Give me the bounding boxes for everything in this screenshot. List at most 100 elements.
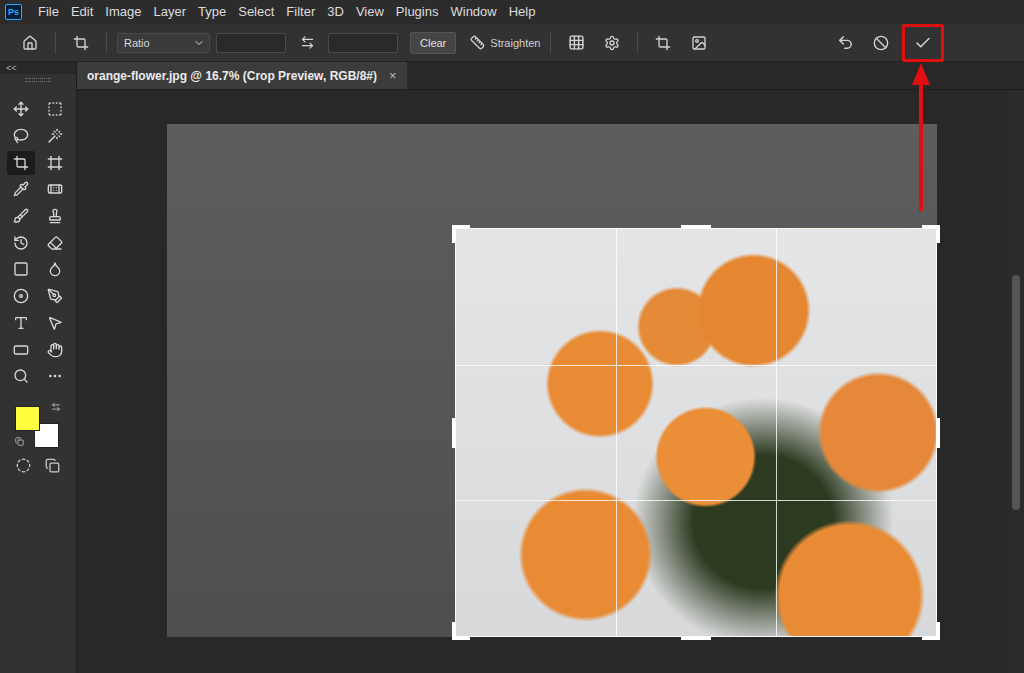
menu-item[interactable]: File — [32, 0, 65, 24]
swap-colors-button[interactable] — [51, 402, 61, 412]
crop-delete-icon — [655, 35, 671, 51]
default-colors-button[interactable] — [15, 437, 24, 446]
tool-button[interactable] — [7, 177, 35, 201]
eyedropper-icon — [13, 181, 29, 197]
tool-button[interactable] — [7, 204, 35, 228]
healing-icon — [47, 181, 63, 197]
tool-button[interactable] — [7, 124, 35, 148]
tool-button[interactable] — [7, 257, 35, 281]
tool-grid — [4, 96, 72, 390]
tool-button[interactable] — [41, 151, 69, 175]
tool-button[interactable] — [7, 311, 35, 335]
tool-button[interactable] — [41, 338, 69, 362]
rectangle-icon — [13, 342, 29, 358]
separator — [55, 32, 56, 54]
frame-icon — [47, 155, 63, 171]
corner-handle[interactable] — [922, 225, 940, 243]
content-aware-button[interactable] — [684, 29, 714, 57]
tool-button[interactable] — [7, 364, 35, 388]
edge-handle[interactable] — [452, 418, 456, 448]
panel-grip[interactable] — [25, 78, 51, 82]
tool-button[interactable] — [41, 204, 69, 228]
tool-button[interactable] — [7, 151, 35, 175]
document-tab[interactable]: orange-flower.jpg @ 16.7% (Crop Preview,… — [77, 62, 407, 89]
chevron-down-icon — [193, 37, 205, 49]
edge-handle[interactable] — [681, 225, 711, 229]
type-icon — [13, 315, 29, 331]
straighten-button[interactable]: Straighten — [470, 35, 540, 50]
pen-icon — [47, 288, 63, 304]
tool-button[interactable] — [7, 97, 35, 121]
marquee-icon — [47, 101, 63, 117]
tool-button[interactable] — [7, 231, 35, 255]
overlay-button[interactable] — [561, 29, 591, 57]
history-brush-icon — [13, 235, 29, 251]
tool-button[interactable] — [41, 364, 69, 388]
quick-mask-icon[interactable] — [16, 458, 31, 473]
reset-button[interactable] — [830, 29, 860, 57]
swap-icon — [300, 35, 315, 50]
app-logo: Ps — [5, 4, 22, 20]
menu-item[interactable]: Image — [99, 0, 147, 24]
clear-button[interactable]: Clear — [410, 32, 456, 54]
tool-button[interactable] — [41, 231, 69, 255]
tool-button[interactable] — [41, 97, 69, 121]
menu-item[interactable]: Help — [503, 0, 542, 24]
photoshop-window: Ps FileEditImageLayerTypeSelectFilter3DVi… — [0, 0, 1024, 673]
corner-handle[interactable] — [922, 622, 940, 640]
ratio-select[interactable]: Ratio — [117, 33, 210, 53]
corner-handle[interactable] — [452, 225, 470, 243]
scrollbar-thumb[interactable] — [1012, 275, 1020, 510]
quick-select-icon — [47, 128, 63, 144]
tool-button[interactable] — [41, 177, 69, 201]
more-icon — [47, 368, 63, 384]
move-icon — [13, 101, 29, 117]
menu-item[interactable]: Type — [192, 0, 232, 24]
menu-item[interactable]: Plugins — [390, 0, 445, 24]
tool-button[interactable] — [7, 284, 35, 308]
settings-button[interactable] — [597, 29, 627, 57]
crop-box[interactable] — [455, 228, 937, 637]
separator — [550, 32, 551, 54]
edge-handle[interactable] — [681, 636, 711, 640]
lasso-icon — [13, 128, 29, 144]
home-button[interactable] — [15, 29, 45, 57]
cancel-button[interactable] — [866, 29, 896, 57]
edge-handle[interactable] — [936, 418, 940, 448]
document-title: orange-flower.jpg @ 16.7% (Crop Preview,… — [87, 69, 377, 83]
corner-handle[interactable] — [452, 622, 470, 640]
menu-item[interactable]: View — [350, 0, 390, 24]
grid-line — [456, 500, 936, 501]
height-field[interactable] — [328, 33, 398, 53]
tool-preset-button[interactable] — [66, 29, 96, 57]
tool-button[interactable] — [41, 124, 69, 148]
mode-buttons — [16, 458, 60, 473]
hand-icon — [47, 342, 63, 358]
grid-icon — [568, 34, 585, 51]
color-swatches — [15, 402, 61, 448]
delete-cropped-button[interactable] — [648, 29, 678, 57]
close-tab-button[interactable]: × — [389, 68, 397, 83]
tool-button[interactable] — [41, 284, 69, 308]
swap-button[interactable] — [292, 29, 322, 57]
foreground-swatch[interactable] — [15, 406, 40, 431]
collapse-button[interactable]: << — [0, 62, 76, 74]
tool-button[interactable] — [41, 257, 69, 281]
straighten-icon — [470, 35, 485, 50]
menu-item[interactable]: Select — [232, 0, 280, 24]
cancel-icon — [873, 35, 889, 51]
commit-button[interactable] — [902, 24, 944, 62]
menu-item[interactable]: Window — [444, 0, 502, 24]
menu-item[interactable]: Filter — [280, 0, 321, 24]
home-icon — [22, 35, 38, 51]
screen-mode-icon[interactable] — [45, 458, 60, 473]
separator — [106, 32, 107, 54]
gradient-icon — [13, 261, 29, 277]
tool-button[interactable] — [7, 338, 35, 362]
tool-button[interactable] — [41, 311, 69, 335]
menu-item[interactable]: Edit — [65, 0, 99, 24]
menu-item[interactable]: 3D — [321, 0, 350, 24]
width-field[interactable] — [216, 33, 286, 53]
menu-bar: Ps FileEditImageLayerTypeSelectFilter3DVi… — [0, 0, 1024, 24]
menu-item[interactable]: Layer — [148, 0, 193, 24]
